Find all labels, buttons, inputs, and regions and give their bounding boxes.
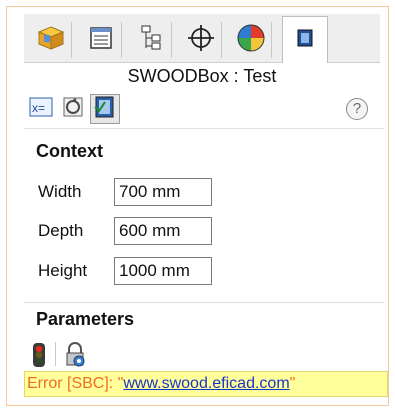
depth-field[interactable]: 600 mm	[114, 217, 212, 245]
depth-label: Depth	[38, 221, 84, 240]
tab-configuration[interactable]	[130, 22, 172, 58]
page-title: SWOODBox : Test	[127, 66, 277, 86]
equation-icon: x=	[29, 96, 53, 123]
lock-view-icon[interactable]	[62, 342, 88, 373]
tab-properties[interactable]	[80, 22, 122, 58]
tab-part[interactable]	[30, 22, 72, 58]
crosshair-icon	[187, 24, 215, 57]
error-message: Error [SBC]: "	[27, 375, 124, 392]
equations-button[interactable]: x=	[26, 94, 56, 124]
tab-swood[interactable]	[282, 16, 328, 63]
swoodbox-icon	[93, 95, 117, 124]
rebuild-button[interactable]	[58, 94, 88, 124]
width-field[interactable]: 700 mm	[114, 178, 212, 206]
context-title: Context	[36, 141, 103, 161]
error-link[interactable]: www.swood.eficad.com	[123, 375, 289, 392]
height-label: Height	[38, 261, 88, 280]
parameters-toolbar	[24, 340, 224, 368]
panel-toolbar: x= ?	[24, 92, 380, 126]
tab-strip	[24, 14, 380, 63]
error-message-suffix: "	[289, 375, 296, 392]
svg-text:x=: x=	[32, 101, 45, 115]
tab-dimxpert[interactable]	[180, 22, 222, 58]
traffic-light-icon[interactable]	[32, 342, 46, 373]
width-label: Width	[38, 182, 82, 201]
part-cube-icon	[36, 24, 66, 57]
tab-display[interactable]	[230, 22, 272, 58]
swood-panel-icon	[296, 28, 314, 53]
error-status-bar: Error [SBC]: "www.swood.eficad.com"	[24, 371, 388, 397]
height-field[interactable]: 1000 mm	[114, 257, 212, 285]
rebuild-icon	[61, 95, 85, 124]
help-icon[interactable]: ?	[346, 98, 368, 120]
context-section: Context Width 700 mm Depth 600 mm Height…	[24, 128, 384, 301]
property-list-icon	[88, 25, 114, 56]
parameters-title: Parameters	[36, 309, 135, 329]
tree-structure-icon	[138, 24, 164, 57]
appearance-sphere-icon	[236, 23, 266, 58]
section-divider	[24, 302, 384, 303]
swoodbox-button[interactable]	[90, 94, 120, 124]
toolbar-separator	[55, 342, 56, 366]
